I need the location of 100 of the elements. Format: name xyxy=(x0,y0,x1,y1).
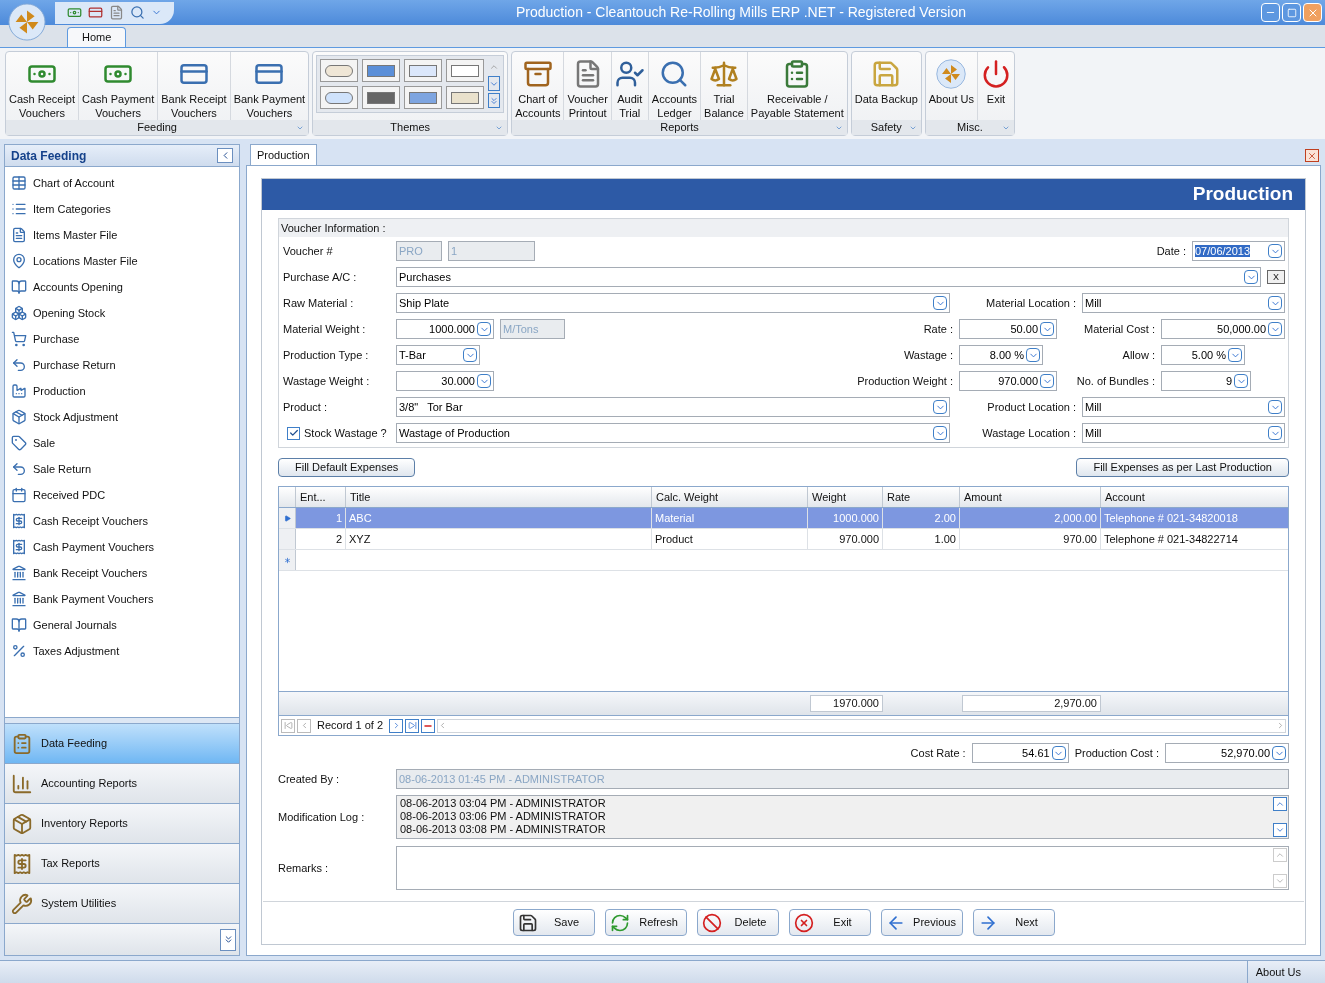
nav-pane-button[interactable]: Inventory Reports xyxy=(5,803,239,843)
close-tab-icon[interactable] xyxy=(1305,149,1319,162)
dropdown-arrow-icon[interactable] xyxy=(933,400,947,414)
nav-pane-button[interactable]: Accounting Reports xyxy=(5,763,239,803)
column-header[interactable]: Ent... xyxy=(296,487,346,507)
nav-item[interactable]: Production xyxy=(5,378,239,404)
action-button[interactable]: Previous xyxy=(880,909,963,936)
dropdown-arrow-icon[interactable] xyxy=(1268,322,1282,336)
banknote-icon[interactable] xyxy=(67,5,82,20)
dropdown-field[interactable]: 52,970.00 xyxy=(1165,743,1289,763)
nav-item[interactable]: Purchase xyxy=(5,326,239,352)
document-tab[interactable]: Production xyxy=(250,144,317,165)
column-header[interactable]: Calc. Weight xyxy=(652,487,808,507)
dropdown-arrow-icon[interactable] xyxy=(477,374,491,388)
dropdown-arrow-icon[interactable] xyxy=(1234,374,1248,388)
dropdown-field[interactable]: Ship Plate xyxy=(396,293,950,313)
nav-item[interactable]: Purchase Return xyxy=(5,352,239,378)
nav-item[interactable]: Items Master File xyxy=(5,222,239,248)
dropdown-field[interactable]: 54.61 xyxy=(971,743,1069,763)
more-panes-icon[interactable] xyxy=(220,928,236,951)
dropdown-arrow-icon[interactable] xyxy=(933,426,947,440)
dropdown-arrow-icon[interactable] xyxy=(1268,400,1282,414)
dropdown-arrow-icon[interactable] xyxy=(1268,296,1282,310)
fill-expenses-button[interactable]: Fill Expenses as per Last Production xyxy=(1076,458,1289,477)
nav-item[interactable]: Cash Payment Vouchers xyxy=(5,534,239,560)
nav-item[interactable]: Cash Receipt Vouchers xyxy=(5,508,239,534)
dropdown-field[interactable]: 1000.000 xyxy=(396,319,494,339)
theme-swatch[interactable] xyxy=(446,59,485,82)
column-header[interactable]: Title xyxy=(346,487,652,507)
nav-item[interactable]: Locations Master File xyxy=(5,248,239,274)
column-header[interactable]: Account xyxy=(1101,487,1288,507)
clear-button[interactable]: X xyxy=(1267,270,1285,284)
dropdown-arrow-icon[interactable] xyxy=(1040,374,1054,388)
dropdown-field[interactable]: 50,000.00 xyxy=(1161,319,1285,339)
theme-swatch[interactable] xyxy=(320,59,359,82)
dropdown-field[interactable]: 50.00 xyxy=(959,319,1057,339)
nav-item[interactable]: Chart of Account xyxy=(5,170,239,196)
next-record-icon[interactable] xyxy=(389,718,404,733)
expand-gallery-icon[interactable] xyxy=(488,93,501,108)
last-record-icon[interactable] xyxy=(405,718,420,733)
close-icon[interactable] xyxy=(1303,3,1322,22)
nav-item[interactable]: Opening Stock xyxy=(5,300,239,326)
dropdown-field[interactable]: 970.000 xyxy=(959,371,1057,391)
scroll-down-icon[interactable] xyxy=(1273,823,1287,837)
dropdown-field[interactable]: 3/8" Tor Bar xyxy=(396,397,950,417)
dropdown-arrow-icon[interactable] xyxy=(1268,244,1282,258)
nav-item[interactable]: Taxes Adjustment xyxy=(5,638,239,664)
nav-item[interactable]: Accounts Opening xyxy=(5,274,239,300)
grid-row[interactable]: 2 XYZ Product 970.000 1.00 970.00 Telephone # 021-34822714 xyxy=(279,529,1288,550)
dropdown-arrow-icon[interactable] xyxy=(1244,270,1258,284)
nav-item[interactable]: Received PDC xyxy=(5,482,239,508)
dropdown-field[interactable]: 8.00 % xyxy=(959,345,1043,365)
dropdown-field[interactable]: Mill xyxy=(1082,423,1285,443)
dropdown-arrow-icon[interactable] xyxy=(933,296,947,310)
dropdown-field[interactable]: Wastage of Production xyxy=(396,423,950,443)
collapse-icon[interactable] xyxy=(217,148,233,163)
ribbon-button[interactable]: Data Backup xyxy=(851,52,921,120)
nav-item[interactable]: Sale xyxy=(5,430,239,456)
theme-swatch[interactable] xyxy=(404,59,443,82)
action-button[interactable]: Refresh xyxy=(604,909,687,936)
dropdown-field[interactable]: Purchases xyxy=(396,267,1261,287)
minimize-icon[interactable] xyxy=(1261,3,1280,22)
ribbon-button[interactable]: Exit xyxy=(978,52,1014,120)
dropdown-arrow-icon[interactable] xyxy=(463,348,477,362)
nav-item[interactable]: Stock Adjustment xyxy=(5,404,239,430)
dropdown-field[interactable]: 9 xyxy=(1161,371,1251,391)
theme-swatch[interactable] xyxy=(362,86,401,109)
scroll-up-icon[interactable] xyxy=(1273,797,1287,811)
theme-swatch[interactable] xyxy=(404,86,443,109)
dropdown-arrow-icon[interactable] xyxy=(1272,746,1286,760)
ribbon-tab[interactable]: Home xyxy=(67,27,127,47)
scroll-down-icon[interactable] xyxy=(488,76,501,91)
nav-item[interactable]: Item Categories xyxy=(5,196,239,222)
modification-log-field[interactable]: 08-06-2013 03:04 PM - ADMINISTRATOR 08-06-2013 03:06 PM - ADMINISTRATOR 08-06-2013 03:08 PM - ADMINISTRATOR xyxy=(396,795,1289,839)
delete-record-icon[interactable] xyxy=(421,718,436,733)
nav-item[interactable]: Sale Return xyxy=(5,456,239,482)
theme-swatch[interactable] xyxy=(320,86,359,109)
maximize-icon[interactable] xyxy=(1282,3,1301,22)
nav-item[interactable]: Bank Payment Vouchers xyxy=(5,586,239,612)
action-button[interactable]: Next xyxy=(972,909,1055,936)
dropdown-field[interactable]: T-Bar xyxy=(396,345,480,365)
dropdown-arrow-icon[interactable] xyxy=(477,322,491,336)
dropdown-field[interactable]: Mill xyxy=(1082,397,1285,417)
date-field[interactable]: 07/06/2013 xyxy=(1192,241,1285,261)
fill-expenses-button[interactable]: Fill Default Expenses xyxy=(278,458,416,477)
nav-pane-button[interactable]: Data Feeding xyxy=(5,723,239,763)
nav-item[interactable]: Bank Receipt Vouchers xyxy=(5,560,239,586)
dropdown-arrow-icon[interactable] xyxy=(1051,746,1066,760)
ribbon-button[interactable]: Receivable / Payable Statement xyxy=(747,52,847,120)
theme-swatch[interactable] xyxy=(362,59,401,82)
column-header[interactable]: Rate xyxy=(883,487,960,507)
theme-swatch[interactable] xyxy=(446,86,485,109)
ribbon-button[interactable]: Bank Payment Vouchers xyxy=(230,52,309,120)
column-header[interactable]: Amount xyxy=(960,487,1101,507)
action-button[interactable]: Exit xyxy=(788,909,871,936)
dropdown-field[interactable]: Mill xyxy=(1082,293,1285,313)
document-icon[interactable] xyxy=(109,5,124,20)
column-header[interactable]: Weight xyxy=(808,487,883,507)
action-button[interactable]: Delete xyxy=(696,909,779,936)
dropdown-arrow-icon[interactable] xyxy=(1040,322,1054,336)
